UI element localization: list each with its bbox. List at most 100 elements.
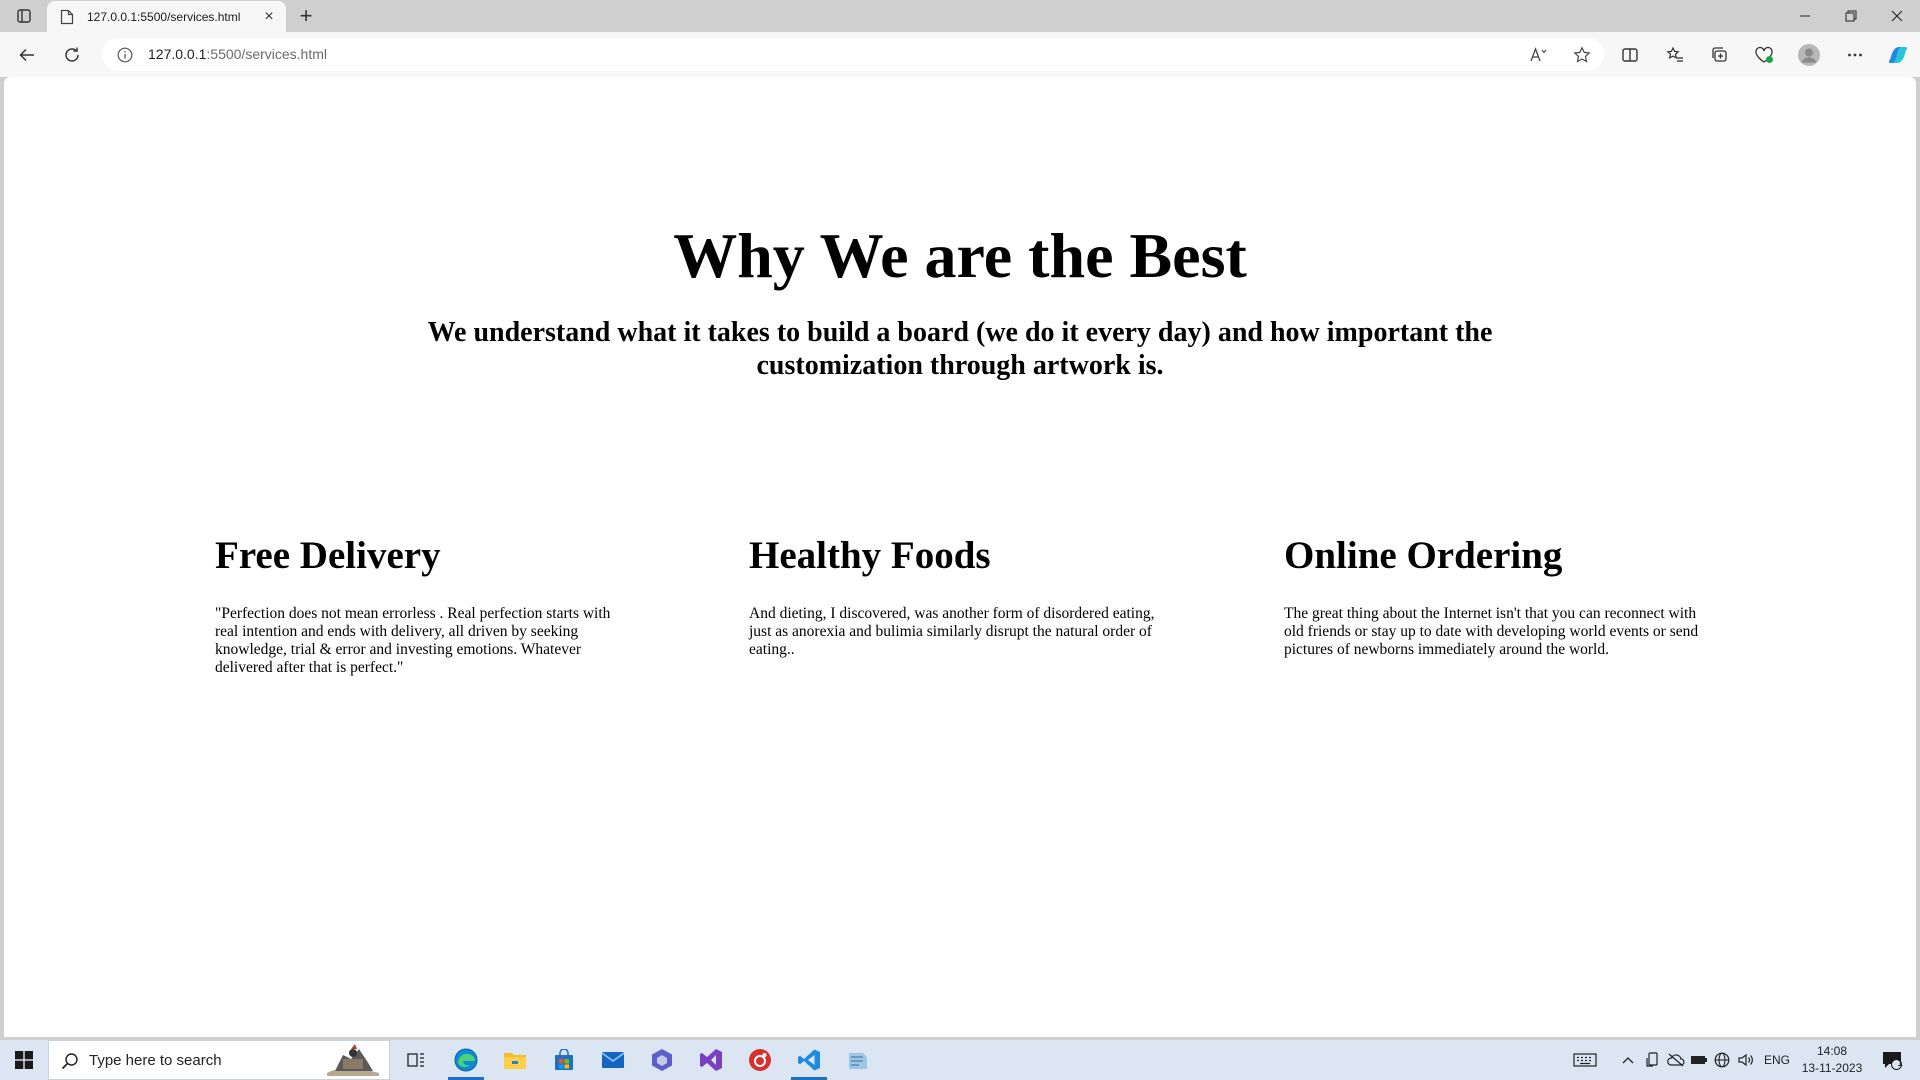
settings-more-button[interactable] <box>1839 39 1871 71</box>
windows-taskbar: Type here to search ENG 14:08 13-11-2023… <box>0 1040 1920 1080</box>
globe-icon <box>1714 1052 1730 1068</box>
url-path: :5500/services.html <box>206 46 327 62</box>
favorites-button[interactable] <box>1659 39 1691 71</box>
address-bar[interactable]: 127.0.0.1:5500/services.html <box>102 38 1604 71</box>
chevron-up-icon <box>1622 1057 1634 1064</box>
tab-title: 127.0.0.1:5500/services.html <box>87 9 241 24</box>
taskbar-store[interactable] <box>540 1040 588 1080</box>
taskbar-file-explorer[interactable] <box>491 1040 539 1080</box>
plus-icon: + <box>299 3 313 28</box>
keyboard-icon <box>1573 1053 1597 1067</box>
copilot-button[interactable] <box>1882 39 1914 71</box>
taskbar-red-app[interactable] <box>736 1040 784 1080</box>
language-label: ENG <box>1763 1053 1790 1067</box>
show-hidden-icons-button[interactable] <box>1614 1040 1642 1080</box>
avatar-icon <box>1798 44 1820 66</box>
speaker-icon <box>1738 1053 1753 1067</box>
volume-button[interactable] <box>1734 1040 1758 1080</box>
feature-card: Online Ordering The great thing about th… <box>1284 534 1704 659</box>
search-highlight-illustration-icon <box>327 1044 379 1076</box>
onedrive-button[interactable] <box>1664 1040 1688 1080</box>
taskbar-visual-studio[interactable] <box>687 1040 735 1080</box>
cloud-icon <box>1667 1053 1685 1067</box>
tab-strip: 127.0.0.1:5500/services.html × + <box>0 0 1920 32</box>
close-window-button[interactable] <box>1874 0 1920 32</box>
split-screen-icon <box>1622 48 1638 62</box>
tray-device-icon-button[interactable] <box>1642 1040 1664 1080</box>
task-view-button[interactable] <box>392 1040 440 1080</box>
taskbar-edge[interactable] <box>442 1040 490 1080</box>
device-icon <box>1646 1052 1658 1067</box>
taskbar-mail[interactable] <box>589 1040 637 1080</box>
feature-card: Healthy Foods And dieting, I discovered,… <box>749 534 1169 659</box>
taskbar-notepad[interactable] <box>834 1040 882 1080</box>
page-title: Why We are the Best <box>673 220 1247 291</box>
notepad-icon <box>849 1053 867 1069</box>
feature-text: The great thing about the Internet isn't… <box>1284 605 1699 658</box>
clock-date: 13-11-2023 <box>1801 1061 1863 1075</box>
collections-button[interactable] <box>1704 39 1736 71</box>
clock-time: 14:08 <box>1816 1044 1848 1058</box>
tab-actions-icon <box>17 9 31 23</box>
restore-button[interactable] <box>1828 0 1874 32</box>
minimize-icon <box>1800 15 1810 17</box>
restore-icon <box>1845 10 1857 22</box>
taskbar-clock[interactable]: 14:08 13-11-2023 <box>1798 1043 1866 1077</box>
search-icon <box>61 1053 78 1070</box>
profile-button[interactable] <box>1793 39 1825 71</box>
url-text[interactable]: 127.0.0.1:5500/services.html <box>148 46 327 62</box>
red-circle-app-icon <box>749 1049 771 1071</box>
edge-icon <box>454 1048 478 1072</box>
browser-essentials-button[interactable] <box>1748 39 1780 71</box>
back-arrow-icon <box>19 48 34 62</box>
tab-actions-button[interactable] <box>12 5 36 27</box>
add-favorite-button[interactable] <box>1569 43 1595 67</box>
page-viewport: Why We are the Best We understand what i… <box>4 77 1916 1037</box>
notification-count-badge: 1 <box>1897 1058 1903 1069</box>
touch-keyboard-button[interactable] <box>1568 1040 1602 1080</box>
back-button[interactable] <box>11 39 43 71</box>
taskbar-search-box[interactable]: Type here to search <box>48 1040 390 1080</box>
close-icon <box>1891 10 1903 22</box>
page-subtitle: We understand what it takes to build a b… <box>427 317 1493 381</box>
collections-icon <box>1712 47 1727 62</box>
battery-icon <box>1691 1056 1707 1064</box>
minimize-button[interactable] <box>1782 0 1828 32</box>
windows-logo-icon <box>15 1051 33 1069</box>
taskbar-power-automate[interactable] <box>638 1040 686 1080</box>
search-placeholder: Type here to search <box>89 1052 222 1069</box>
feature-text: And dieting, I discovered, was another f… <box>749 605 1155 658</box>
feature-heading: Healthy Foods <box>749 534 991 577</box>
refresh-icon <box>65 47 79 62</box>
read-aloud-icon <box>1530 47 1547 62</box>
feature-heading: Free Delivery <box>215 534 441 577</box>
info-icon <box>117 47 133 63</box>
read-aloud-button[interactable] <box>1526 43 1552 67</box>
mail-icon <box>601 1052 625 1068</box>
site-info-button[interactable] <box>116 46 134 64</box>
star-icon <box>1573 46 1591 63</box>
heart-pulse-icon <box>1755 46 1773 63</box>
split-screen-button[interactable] <box>1614 39 1646 71</box>
tab-close-icon[interactable]: × <box>258 6 280 28</box>
task-view-icon <box>407 1053 424 1067</box>
browser-tab[interactable]: 127.0.0.1:5500/services.html × <box>47 1 286 32</box>
network-button[interactable] <box>1710 1040 1734 1080</box>
copilot-icon <box>1888 46 1908 64</box>
favorites-list-icon <box>1666 46 1683 62</box>
folder-icon <box>504 1053 526 1069</box>
notification-center-button[interactable]: 1 <box>1872 1040 1912 1080</box>
hexagon-app-icon <box>652 1049 672 1071</box>
url-host: 127.0.0.1 <box>148 46 207 62</box>
store-bag-icon <box>555 1049 573 1070</box>
taskbar-vscode[interactable] <box>785 1040 833 1080</box>
refresh-button[interactable] <box>56 39 88 71</box>
vscode-icon <box>798 1049 820 1071</box>
input-language-button[interactable]: ENG <box>1760 1040 1794 1080</box>
new-tab-button[interactable]: + <box>293 4 319 28</box>
more-horizontal-icon <box>1848 53 1862 57</box>
page-favicon-icon <box>59 9 75 25</box>
battery-button[interactable] <box>1688 1040 1710 1080</box>
start-button[interactable] <box>0 1040 48 1080</box>
feature-card: Free Delivery "Perfection does not mean … <box>215 534 635 677</box>
